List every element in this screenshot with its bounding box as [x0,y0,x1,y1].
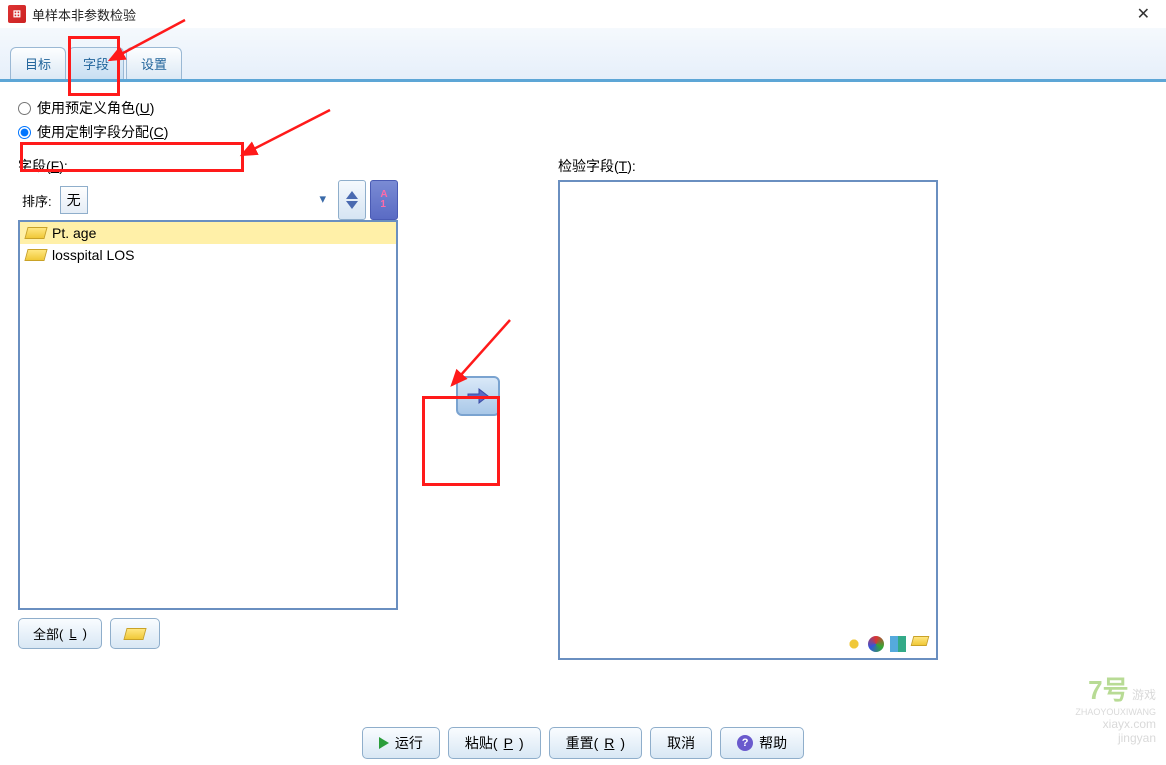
tab-settings[interactable]: 设置 [126,47,182,79]
app-icon: ⊞ [8,5,26,23]
tab-strip: 目标 字段 设置 [0,28,1166,82]
test-fields-label: 检验字段(T): [558,156,1148,176]
fields-label: 字段(F): [18,156,398,176]
play-icon [379,737,389,749]
help-button[interactable]: ? 帮助 [720,727,804,759]
list-item[interactable]: losspital LOS [20,244,396,266]
close-icon[interactable]: ✕ [1129,4,1158,24]
titlebar: ⊞ 单样本非参数检验 ✕ [0,0,1166,28]
scale-icon [24,227,47,239]
tab-fields[interactable]: 字段 [68,47,124,79]
radio-custom-fields[interactable]: 使用定制字段分配(C) [18,122,1148,142]
move-right-button[interactable] [456,376,500,416]
help-icon: ? [737,735,753,751]
paste-button[interactable]: 粘贴(P) [448,727,541,759]
scale-icon [123,628,146,640]
run-button[interactable]: 运行 [362,727,440,759]
cancel-button[interactable]: 取消 [650,727,712,759]
measurement-icons [846,636,928,652]
radio-predefined-roles[interactable]: 使用预定义角色(U) [18,98,1148,118]
reset-button[interactable]: 重置(R) [549,727,642,759]
watermark: 7号 游戏 ZHAOYOUXIWANG xiayx.com jingyan [1075,670,1156,745]
sort-alpha-button[interactable]: A1 [370,180,398,220]
sort-label: 排序: [18,191,56,210]
scale-icon [24,249,47,261]
test-fields-panel: 检验字段(T): [558,156,1148,660]
select-all-button[interactable]: 全部(L) [18,618,102,649]
list-item[interactable]: Pt. age [20,222,396,244]
window-title: 单样本非参数检验 [32,5,1129,24]
sort-select[interactable]: 无 [60,186,88,214]
filter-scale-button[interactable] [110,618,160,649]
dialog-footer: 运行 粘贴(P) 重置(R) 取消 ? 帮助 [0,727,1166,759]
content-area: 使用预定义角色(U) 使用定制字段分配(C) 字段(F): 排序: 无 A1 [0,82,1166,672]
tab-target[interactable]: 目标 [10,47,66,79]
fields-panel: 字段(F): 排序: 无 A1 Pt. age [18,156,398,649]
fields-listbox[interactable]: Pt. age losspital LOS [18,220,398,610]
sort-spinner[interactable] [338,180,366,220]
test-fields-listbox[interactable] [558,180,938,660]
arrow-right-icon [467,387,489,405]
